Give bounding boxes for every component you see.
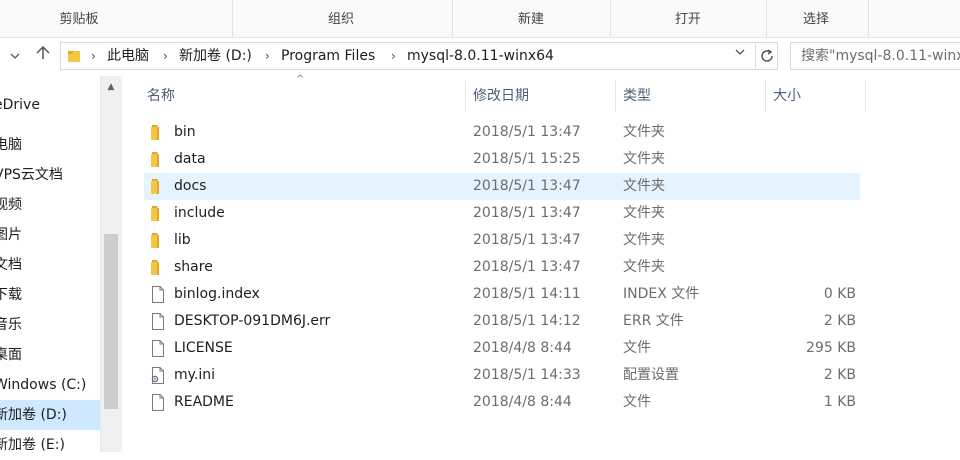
file-type: 文件 [623, 340, 651, 356]
nav-item-drive-d[interactable]: 新加卷 (D:) [0, 400, 100, 430]
file-type: 文件夹 [623, 232, 665, 248]
file-row[interactable]: lib 2018/5/1 13:47 文件夹 [144, 227, 860, 254]
breadcrumb-program-files[interactable]: Program Files [281, 43, 375, 69]
column-divider[interactable] [465, 80, 466, 112]
search-box[interactable]: 搜索"mysql-8.0.11-winx64" [790, 42, 960, 70]
file-date: 2018/5/1 13:47 [473, 232, 581, 248]
file-type: ERR 文件 [623, 313, 684, 329]
file-row[interactable]: my.ini 2018/5/1 14:33 配置设置 2 KB [144, 362, 860, 389]
file-date: 2018/5/1 15:25 [473, 151, 581, 167]
breadcrumb-this-pc[interactable]: 此电脑 [107, 43, 149, 69]
column-header-date[interactable]: 修改日期 [473, 80, 613, 112]
column-header-name[interactable]: 名称 [147, 80, 465, 112]
nav-item-wps-cloud[interactable]: VPS云文档 [0, 160, 94, 190]
file-name: LICENSE [174, 340, 233, 356]
file-row[interactable]: share 2018/5/1 13:47 文件夹 [144, 254, 860, 281]
file-size: 295 KB [806, 340, 856, 356]
address-bar[interactable]: › 此电脑 › 新加卷 (D:) › Program Files › mysql… [60, 42, 778, 70]
file-name: DESKTOP-091DM6J.err [174, 313, 331, 329]
breadcrumb-separator-icon[interactable]: › [91, 43, 96, 69]
nav-item-videos[interactable]: 视频 [0, 190, 94, 220]
ribbon-group-open[interactable]: 打开 [610, 0, 766, 37]
file-size: 1 KB [823, 394, 856, 410]
folder-icon [68, 51, 80, 62]
history-dropdown-icon[interactable] [735, 47, 745, 60]
file-row[interactable]: data 2018/5/1 15:25 文件夹 [144, 146, 860, 173]
file-date: 2018/5/1 13:47 [473, 124, 581, 140]
file-date: 2018/4/8 8:44 [473, 340, 572, 356]
column-divider[interactable] [615, 80, 616, 112]
file-name: README [174, 394, 234, 410]
nav-item-onedrive[interactable]: eDrive [0, 90, 94, 120]
file-row[interactable]: docs 2018/5/1 13:47 文件夹 [144, 173, 860, 200]
nav-scrollbar[interactable]: ▲ [100, 76, 122, 452]
scrollbar-thumb[interactable] [104, 234, 118, 409]
file-row[interactable]: bin 2018/5/1 13:47 文件夹 [144, 119, 860, 146]
file-name: data [174, 151, 206, 167]
file-row[interactable]: DESKTOP-091DM6J.err 2018/5/1 14:12 ERR 文件 2… [144, 308, 860, 335]
file-date: 2018/5/1 14:11 [473, 286, 581, 302]
file-type: 配置设置 [623, 367, 679, 383]
file-row[interactable]: LICENSE 2018/4/8 8:44 文件 295 KB [144, 335, 860, 362]
file-name: my.ini [174, 367, 216, 383]
file-date: 2018/4/8 8:44 [473, 394, 572, 410]
file-type: 文件夹 [623, 124, 665, 140]
file-size: 0 KB [823, 286, 856, 302]
breadcrumb-mysql-folder[interactable]: mysql-8.0.11-winx64 [407, 43, 554, 69]
file-size: 2 KB [823, 313, 856, 329]
nav-item-label: 新加卷 (D:) [0, 407, 67, 423]
ribbon-group-new[interactable]: 新建 [452, 0, 610, 37]
file-row[interactable]: binlog.index 2018/5/1 14:11 INDEX 文件 0 KB [144, 281, 860, 308]
refresh-icon[interactable] [759, 48, 775, 68]
file-row[interactable]: README 2018/4/8 8:44 文件 1 KB [144, 389, 860, 416]
breadcrumb-separator-icon[interactable]: › [265, 43, 270, 69]
navigation-bar: › 此电脑 › 新加卷 (D:) › Program Files › mysql… [0, 38, 960, 74]
column-divider[interactable] [865, 80, 866, 112]
ribbon-divider [868, 0, 869, 37]
ribbon-group-organize[interactable]: 组织 [232, 0, 450, 37]
file-name: binlog.index [174, 286, 260, 302]
recent-locations-button[interactable] [4, 44, 26, 68]
nav-item-drive-c[interactable]: Windows (C:) [0, 370, 94, 400]
file-name: bin [174, 124, 196, 140]
file-name: include [174, 205, 225, 221]
file-type: INDEX 文件 [623, 286, 700, 302]
file-type: 文件 [623, 394, 651, 410]
ribbon-group-clipboard[interactable]: 剪贴板 [0, 0, 158, 37]
file-type: 文件夹 [623, 205, 665, 221]
nav-item-downloads[interactable]: 下载 [0, 280, 94, 310]
file-type: 文件夹 [623, 178, 665, 194]
file-date: 2018/5/1 14:12 [473, 313, 581, 329]
breadcrumb-separator-icon[interactable]: › [391, 43, 396, 69]
ribbon: 剪贴板 组织 新建 打开 选择 [0, 0, 960, 38]
chevron-down-icon [10, 53, 20, 59]
nav-item-this-pc[interactable]: 电脑 [0, 130, 94, 160]
nav-item-pictures[interactable]: 图片 [0, 220, 94, 250]
up-button[interactable] [32, 44, 54, 68]
file-date: 2018/5/1 13:47 [473, 259, 581, 275]
nav-item-music[interactable]: 音乐 [0, 310, 94, 340]
arrow-up-icon [36, 45, 50, 59]
file-date: 2018/5/1 13:47 [473, 205, 581, 221]
column-divider[interactable] [765, 80, 766, 112]
file-date: 2018/5/1 14:33 [473, 367, 581, 383]
file-name: share [174, 259, 213, 275]
file-size: 2 KB [823, 367, 856, 383]
file-row[interactable]: include 2018/5/1 13:47 文件夹 [144, 200, 860, 227]
column-header-type[interactable]: 类型 [623, 80, 763, 112]
ribbon-group-select[interactable]: 选择 [766, 0, 866, 37]
nav-item-drive-e[interactable]: 新加卷 (E:) [0, 430, 94, 460]
file-type: 文件夹 [623, 259, 665, 275]
address-divider [755, 43, 756, 69]
breadcrumb-separator-icon[interactable]: › [163, 43, 168, 69]
nav-item-documents[interactable]: 文档 [0, 250, 94, 280]
file-type: 文件夹 [623, 151, 665, 167]
nav-item-desktop[interactable]: 桌面 [0, 340, 94, 370]
file-date: 2018/5/1 13:47 [473, 178, 581, 194]
file-name: docs [174, 178, 207, 194]
breadcrumb-drive-d[interactable]: 新加卷 (D:) [179, 43, 252, 69]
file-name: lib [174, 232, 191, 248]
column-header-size[interactable]: 大小 [773, 80, 863, 112]
scroll-up-icon[interactable]: ▲ [101, 80, 121, 94]
